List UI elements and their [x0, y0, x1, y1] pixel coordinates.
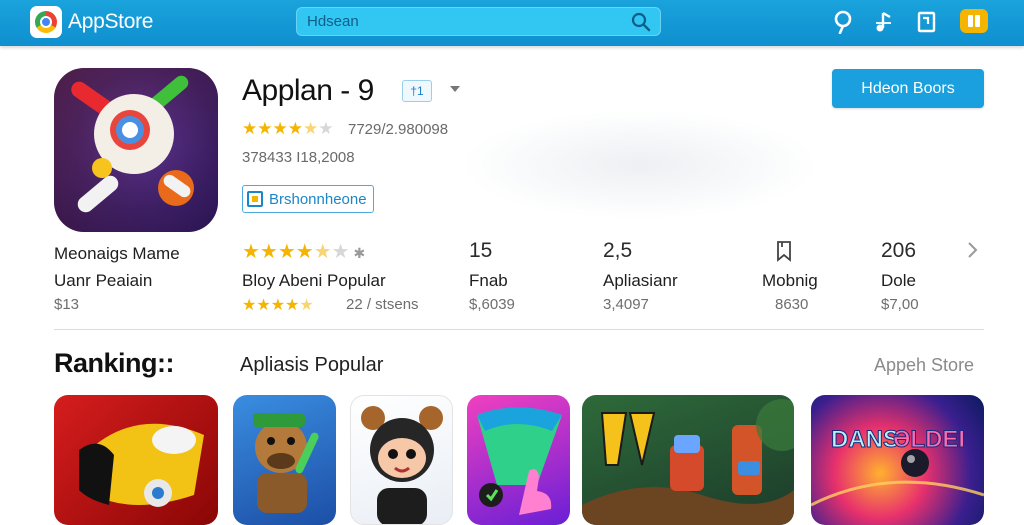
ranking-app-tile[interactable] [233, 395, 336, 525]
svg-text:ƏLDEI: ƏLDEI [893, 426, 965, 453]
pause-badge-icon[interactable] [960, 9, 988, 33]
ranking-app-tile[interactable]: DANS ƏLDEI [811, 395, 984, 525]
stats-left-title: Meonaigs Mame [54, 244, 180, 263]
developer-icon [247, 191, 263, 207]
chevron-right-icon[interactable] [966, 240, 980, 260]
location-pin-icon[interactable] [830, 9, 856, 35]
ranking-app-tile[interactable] [582, 395, 794, 525]
top-bar: AppStore Hdsean [0, 0, 1024, 46]
ranking-see-all-link[interactable]: Appeh Store [874, 355, 974, 376]
ratings-stars-large: ★★★★★★ ✱ [242, 241, 366, 263]
chevron-down-icon[interactable] [450, 86, 460, 92]
bookmark-icon [777, 241, 791, 262]
stat-col3-value: 2,5 [603, 239, 633, 262]
ranking-title: Ranking:: [54, 348, 175, 378]
ranking-app-tile[interactable] [350, 395, 453, 525]
appstore-logo-icon[interactable] [30, 6, 62, 38]
rating-stars: ★★★★★★ [242, 119, 334, 138]
ratings-sub: 22 / stsens [346, 296, 419, 313]
stats-left-value: $13 [54, 296, 80, 313]
section-divider [54, 329, 984, 330]
ranking-app-tile[interactable] [54, 395, 218, 525]
stat-col4-sub: 8630 [775, 296, 809, 313]
app-icon[interactable] [54, 68, 218, 232]
stat-col2-sub: $,6039 [469, 296, 515, 313]
developer-label: Brshonnheone [269, 190, 367, 208]
stat-col4-label: Mobnig [762, 271, 818, 290]
background-haze [460, 110, 820, 220]
app-meta: 378433 I18,2008 [242, 149, 355, 166]
stat-col2-label: Fnab [469, 271, 508, 290]
ratings-label: Bloy Abeni Popular [242, 271, 386, 290]
developer-tag[interactable]: Brshonnheone [242, 185, 374, 213]
search-placeholder: Hdsean [307, 13, 359, 30]
search-input[interactable]: Hdsean [296, 7, 661, 36]
stat-col5-label: Dole [881, 271, 916, 290]
stat-col3-label: Apliasianr [603, 271, 678, 290]
stat-col3-sub: 3,4097 [603, 296, 649, 313]
ratings-stars-small: ★★★★★ [242, 297, 314, 314]
music-note-icon[interactable] [871, 9, 897, 35]
stat-col2-value: 15 [469, 239, 493, 262]
window-icon[interactable] [914, 9, 940, 35]
ranking-app-tile[interactable] [467, 395, 570, 525]
title-badge[interactable]: †1 [402, 80, 432, 102]
svg-text:DANS: DANS [831, 426, 899, 453]
stat-col5-sub: $7,00 [881, 296, 919, 313]
brand-title[interactable]: AppStore [68, 10, 153, 34]
search-icon[interactable] [631, 12, 651, 32]
app-title: Applan - 9 [242, 74, 374, 107]
install-button[interactable]: Hdeon Boors [832, 69, 984, 108]
stat-col5-value: 206 [881, 239, 917, 262]
ranking-subtitle: Apliasis Popular [240, 354, 384, 376]
stats-left-label: Uanr Peaiain [54, 271, 153, 290]
rating-count: 7729/2.980098 [348, 121, 449, 138]
